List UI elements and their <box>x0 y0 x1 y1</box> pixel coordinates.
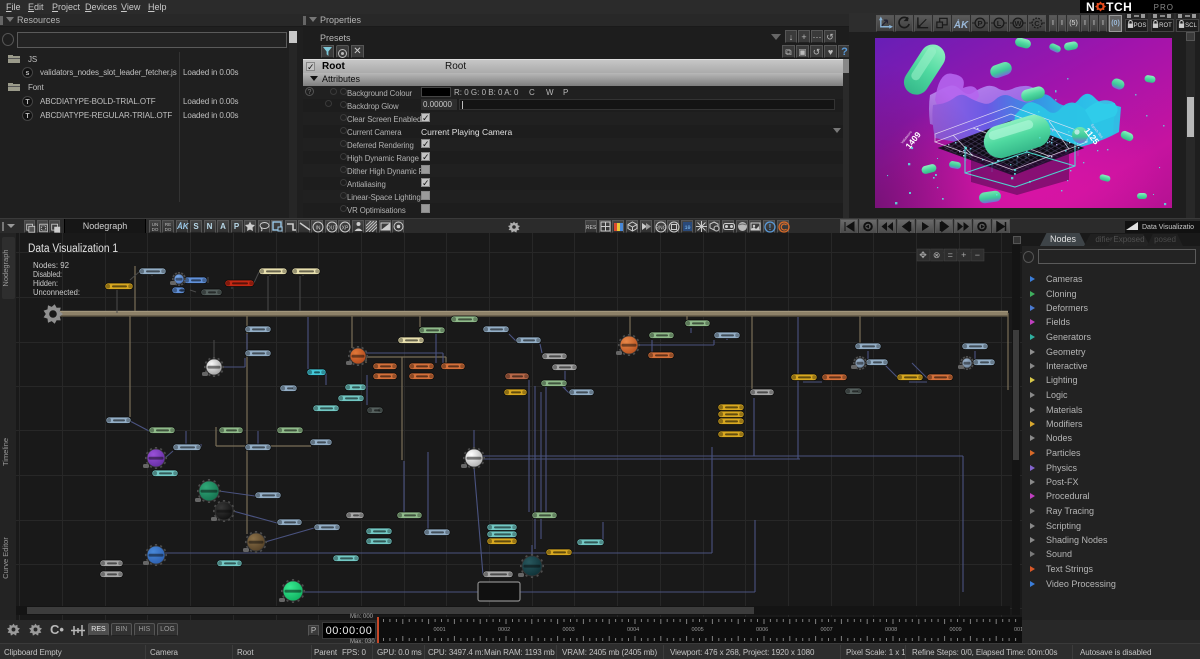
svg-text:Curve Editor: Curve Editor <box>1 537 10 579</box>
svg-text:L: L <box>997 19 1002 28</box>
svg-text:Data Visualization 1: Data Visualization 1 <box>28 243 118 255</box>
svg-text:+: + <box>961 250 966 260</box>
svg-text:0010: 0010 <box>1014 627 1022 633</box>
svg-text:Unconnected:: Unconnected: <box>33 288 80 297</box>
svg-text:0009: 0009 <box>950 627 962 633</box>
svg-text:0007: 0007 <box>821 627 833 633</box>
svg-text:0004: 0004 <box>627 627 639 633</box>
svg-text:IN: IN <box>316 226 321 232</box>
svg-text:0003: 0003 <box>563 627 575 633</box>
svg-text:10: 10 <box>684 225 690 231</box>
svg-text:Nodegraph: Nodegraph <box>1 249 10 286</box>
svg-text:Nodes: 92: Nodes: 92 <box>33 261 70 270</box>
svg-text:0001: 0001 <box>434 627 446 633</box>
svg-text:0005: 0005 <box>692 627 704 633</box>
svg-text:Timeline: Timeline <box>1 438 10 466</box>
svg-text:Hidden:: Hidden: <box>33 279 58 288</box>
svg-text:−: − <box>975 250 980 260</box>
svg-text:!: ! <box>769 223 772 232</box>
svg-text:P: P <box>977 19 982 28</box>
svg-text:Disabled:: Disabled: <box>33 270 62 279</box>
svg-text:0008: 0008 <box>885 627 897 633</box>
svg-text:0002: 0002 <box>498 627 510 633</box>
svg-text:✥: ✥ <box>919 250 927 260</box>
svg-text:W: W <box>1014 19 1022 28</box>
svg-text:=: = <box>948 250 953 260</box>
svg-text:XP: XP <box>342 226 349 232</box>
svg-text:OUT: OUT <box>326 226 337 232</box>
svg-text:C: C <box>1034 19 1040 28</box>
svg-text:⊗: ⊗ <box>933 250 941 260</box>
svg-text:RNG: RNG <box>655 226 666 232</box>
svg-text:0006: 0006 <box>756 627 768 633</box>
